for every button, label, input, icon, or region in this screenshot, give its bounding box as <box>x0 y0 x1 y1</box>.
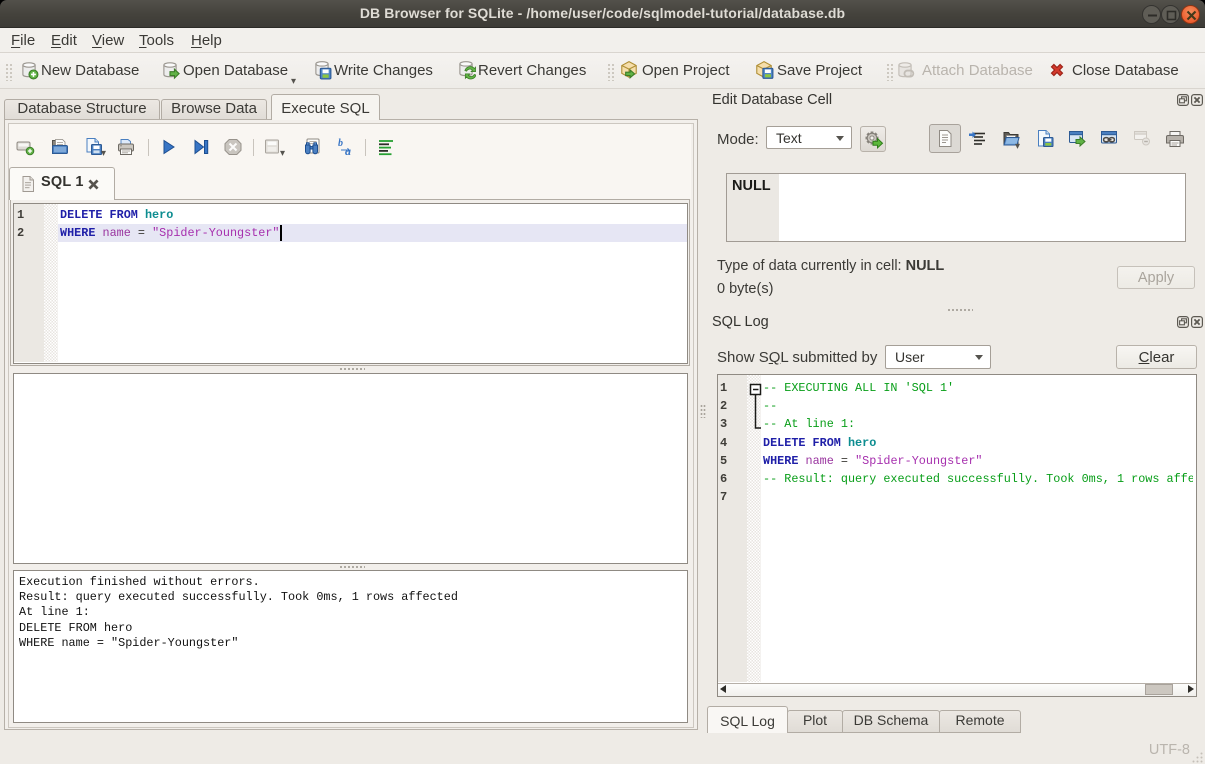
svg-text:b: b <box>338 138 343 149</box>
svg-text:a: a <box>345 144 351 157</box>
